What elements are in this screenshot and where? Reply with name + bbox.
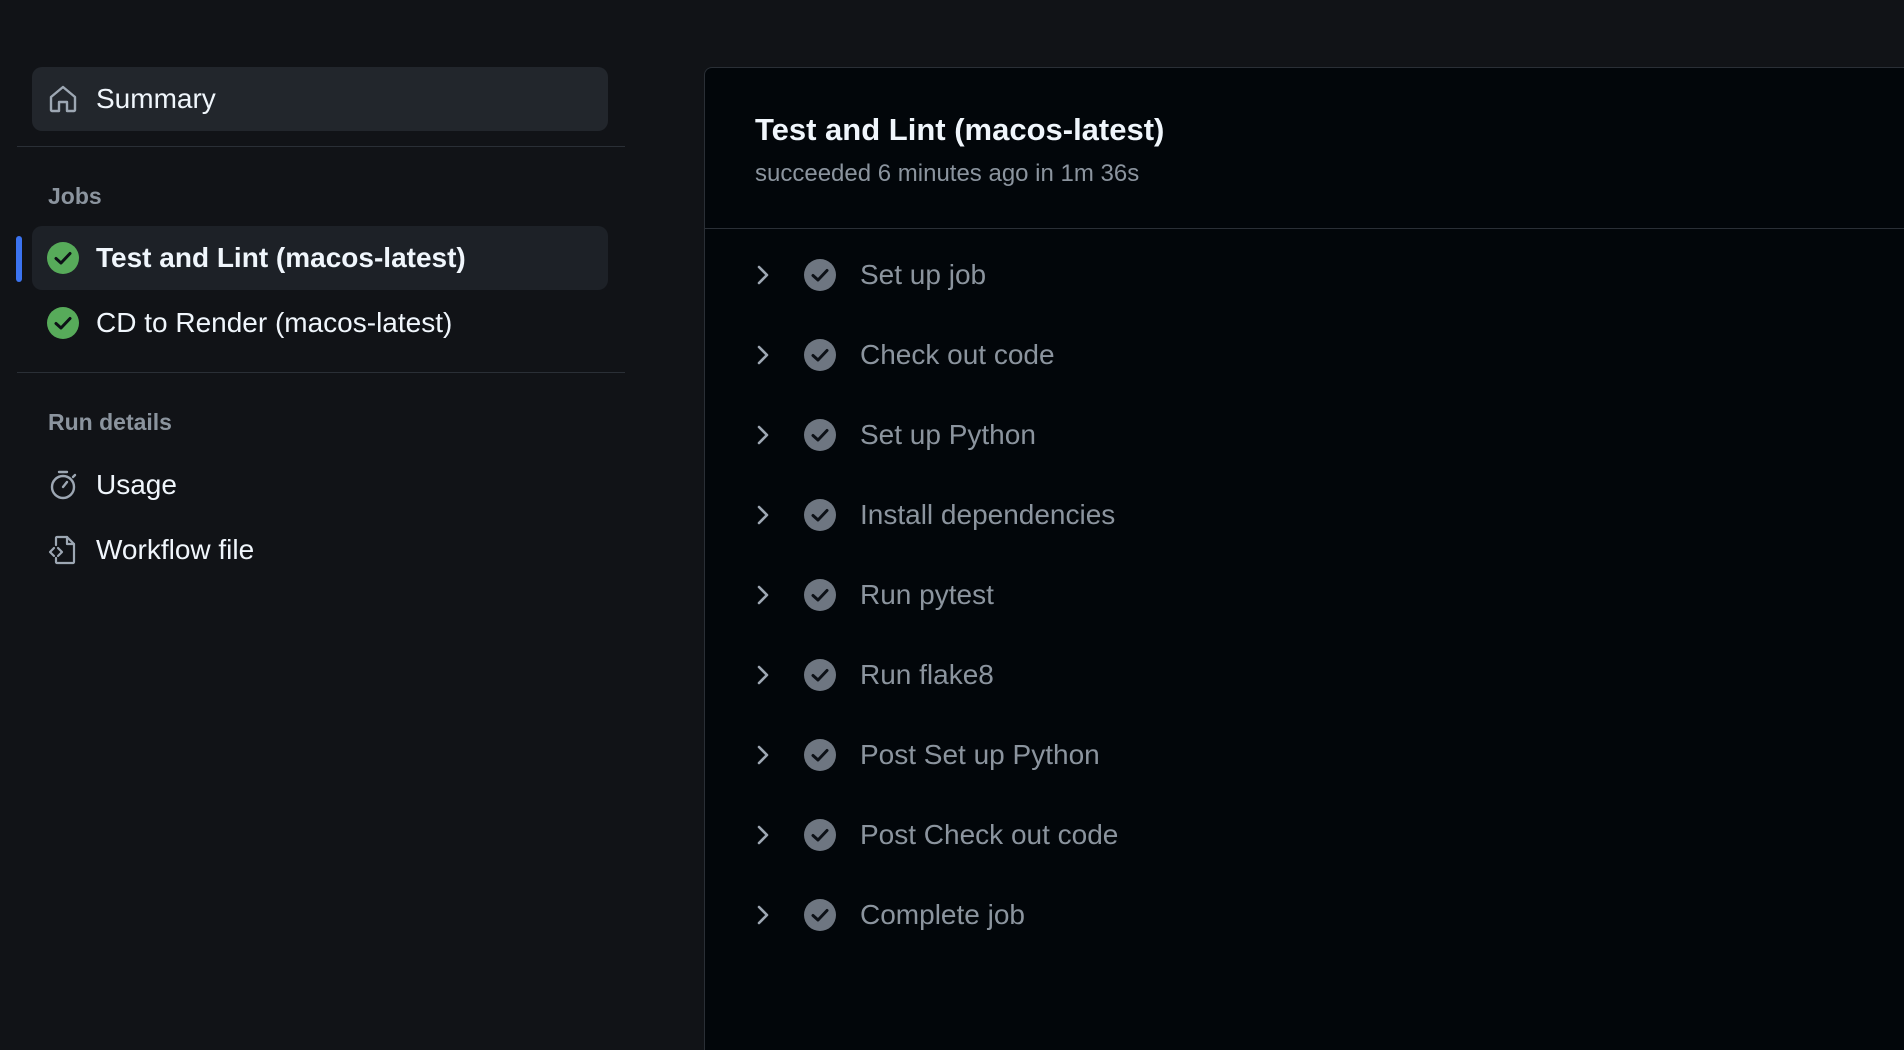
home-icon [47,83,79,115]
chevron-right-icon[interactable] [749,741,777,769]
step-row[interactable]: Run flake8 [705,643,1904,707]
step-label: Set up Python [860,419,1036,450]
chevron-right-icon[interactable] [749,661,777,689]
file-code-icon [47,534,79,566]
sidebar-item-workflow-file[interactable]: Workflow file [32,518,608,582]
sidebar-item-label: Workflow file [96,534,255,565]
step-success-icon [804,819,836,851]
chevron-right-icon[interactable] [749,821,777,849]
step-success-icon [804,339,836,371]
sidebar-item-label: Summary [96,83,216,114]
active-indicator [16,236,22,282]
step-row[interactable]: Set up job [705,243,1904,307]
sidebar-item-job-test-and-lint[interactable]: Test and Lint (macos-latest) [32,226,608,290]
step-label: Install dependencies [860,499,1116,530]
divider [17,146,625,147]
step-row[interactable]: Check out code [705,323,1904,387]
sidebar-item-usage[interactable]: Usage [32,453,608,517]
step-label: Post Check out code [860,819,1119,850]
job-subtitle: succeeded 6 minutes ago in 1m 36s [755,160,1140,187]
step-success-icon [804,899,836,931]
step-row[interactable]: Post Set up Python [705,723,1904,787]
step-label: Check out code [860,339,1055,370]
step-label: Run pytest [860,579,994,610]
chevron-right-icon[interactable] [749,901,777,929]
divider [17,372,625,373]
chevron-right-icon[interactable] [749,261,777,289]
step-label: Complete job [860,899,1025,930]
sidebar-item-label: Test and Lint (macos-latest) [96,242,466,273]
success-check-icon [47,307,79,339]
sidebar-item-job-cd-to-render[interactable]: CD to Render (macos-latest) [32,291,608,355]
sidebar: Summary Jobs Test and Lint (macos-latest… [0,0,625,1050]
chevron-right-icon[interactable] [749,501,777,529]
step-label: Run flake8 [860,659,994,690]
step-row[interactable]: Set up Python [705,403,1904,467]
job-header: Test and Lint (macos-latest) succeeded 6… [705,68,1904,229]
step-success-icon [804,499,836,531]
run-details-heading: Run details [48,409,172,435]
job-detail-panel: Test and Lint (macos-latest) succeeded 6… [704,67,1904,1050]
chevron-right-icon[interactable] [749,341,777,369]
step-success-icon [804,419,836,451]
step-success-icon [804,259,836,291]
chevron-right-icon[interactable] [749,421,777,449]
sidebar-item-label: Usage [96,469,177,500]
jobs-heading: Jobs [48,183,102,209]
step-row[interactable]: Complete job [705,883,1904,947]
step-row[interactable]: Post Check out code [705,803,1904,867]
step-row[interactable]: Install dependencies [705,483,1904,547]
step-label: Post Set up Python [860,739,1100,770]
sidebar-item-summary[interactable]: Summary [32,67,608,131]
stopwatch-icon [47,469,79,501]
sidebar-item-label: CD to Render (macos-latest) [96,307,453,338]
job-title: Test and Lint (macos-latest) [755,112,1165,147]
step-label: Set up job [860,259,987,290]
step-success-icon [804,579,836,611]
step-row[interactable]: Run pytest [705,563,1904,627]
step-success-icon [804,659,836,691]
step-success-icon [804,739,836,771]
success-check-icon [47,242,79,274]
chevron-right-icon[interactable] [749,581,777,609]
